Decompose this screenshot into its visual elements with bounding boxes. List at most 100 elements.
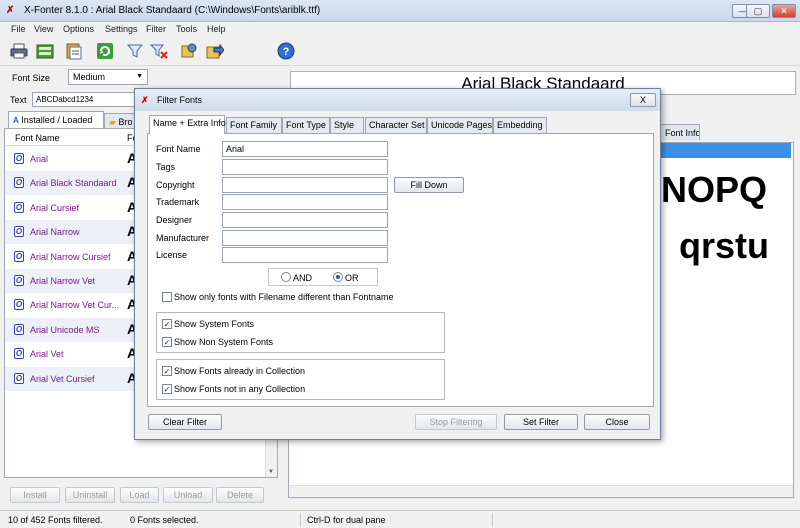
menu-settings[interactable]: Settings (105, 24, 138, 34)
preview-scrollbar[interactable] (289, 485, 793, 497)
font-name-input[interactable]: Arial (222, 141, 388, 157)
designer-input[interactable] (222, 212, 388, 228)
close-icon: ✕ (780, 6, 788, 16)
text-label: Text (10, 95, 27, 105)
checkbox-system-fonts[interactable]: ✓ (162, 319, 172, 329)
font-name: Arial Narrow Vet (30, 276, 96, 286)
filter-icon[interactable] (126, 42, 144, 60)
tab-character-set[interactable]: Character Set (365, 117, 427, 133)
installed-fonts-icon: A (13, 116, 19, 125)
clipboard-icon[interactable] (65, 42, 83, 60)
tab-installed-loaded[interactable]: A Installed / Loaded (8, 111, 104, 128)
license-input[interactable] (222, 247, 388, 263)
fill-down-button[interactable]: Fill Down (394, 177, 464, 193)
menu-file[interactable]: File (11, 24, 26, 34)
font-name: Arial Vet (30, 349, 64, 360)
set-filter-button[interactable]: Set Filter (504, 414, 578, 430)
tab-browse-label: Bro (118, 117, 133, 127)
font-name: Arial Narrow Cursief (30, 251, 111, 262)
tab-embedding[interactable]: Embedding (493, 117, 547, 133)
checkbox-in-collection[interactable]: ✓ (162, 366, 172, 376)
font-name-value: Arial (226, 144, 245, 154)
menu-view[interactable]: View (34, 24, 53, 34)
status-hint: Ctrl-D for dual pane (307, 515, 386, 525)
column-font-name[interactable]: Font Name (15, 133, 60, 143)
font-name: Arial Narrow Vet Cur... (30, 300, 120, 311)
checkbox-filename-different[interactable] (162, 292, 172, 302)
install-button[interactable]: Install (10, 487, 60, 503)
scroll-down-icon[interactable]: ▼ (268, 469, 274, 475)
menu-bar: File View Options Settings Filter Tools … (0, 22, 800, 36)
font-name: Arial Cursief (30, 202, 80, 213)
tab-font-type[interactable]: Font Type (282, 117, 330, 133)
opentype-font-icon: O (14, 372, 24, 384)
stop-filtering-button[interactable]: Stop Filtering (415, 414, 497, 430)
opentype-font-icon: O (14, 226, 24, 238)
preview-glyphs-line1: NOPQ (660, 169, 767, 210)
menu-filter[interactable]: Filter (146, 24, 166, 34)
menu-tools[interactable]: Tools (176, 24, 197, 34)
trademark-input[interactable] (222, 194, 388, 210)
export-icon[interactable] (206, 42, 224, 60)
tab-font-family[interactable]: Font Family (226, 117, 282, 133)
svg-text:?: ? (283, 46, 290, 58)
uninstall-button[interactable]: Uninstall (65, 487, 115, 503)
tab-style[interactable]: Style (330, 117, 364, 133)
field-label-license: License (156, 250, 188, 260)
preview-glyphs-line2: qrstu (679, 225, 769, 266)
menu-options[interactable]: Options (63, 24, 94, 34)
unload-button[interactable]: Unload (163, 487, 213, 503)
font-name: Arial Vet Cursief (30, 373, 95, 384)
chevron-down-icon: ▼ (136, 73, 143, 80)
checkbox-not-in-collection[interactable]: ✓ (162, 384, 172, 394)
maximize-icon: ▢ (753, 6, 763, 16)
close-window-button[interactable]: ✕ (772, 4, 796, 18)
clear-filter-button[interactable]: Clear Filter (148, 414, 222, 430)
checkbox-non-system-fonts-label: Show Non System Fonts (174, 337, 274, 347)
radio-and[interactable] (281, 272, 291, 282)
field-label-font-name: Font Name (156, 144, 201, 154)
collection-icon[interactable] (36, 42, 54, 60)
maximize-button[interactable]: ▢ (746, 4, 770, 18)
font-name: Arial Unicode MS (30, 324, 100, 335)
window-title: X-Fonter 8.1.0 : Arial Black Standaard (… (24, 5, 321, 16)
menu-help[interactable]: Help (207, 24, 226, 34)
tab-name-extra-info[interactable]: Name + Extra Info (149, 115, 226, 134)
opentype-font-icon: O (14, 177, 24, 189)
opentype-font-icon: O (14, 299, 24, 311)
manufacturer-input[interactable] (222, 230, 388, 246)
opentype-font-icon: O (14, 201, 24, 213)
opentype-font-icon: O (14, 275, 24, 286)
help-icon[interactable]: ? (277, 42, 295, 60)
tab-unicode-pages[interactable]: Unicode Pages (427, 117, 493, 133)
refresh-icon[interactable] (96, 42, 114, 60)
radio-or-label: OR (345, 273, 359, 283)
field-label-copyright: Copyright (156, 180, 195, 190)
preview-text-value: ABCDabcd1234 (36, 95, 94, 104)
printer-icon[interactable] (10, 42, 28, 60)
field-label-designer: Designer (156, 215, 193, 225)
toolbar: ? (0, 36, 800, 66)
selection-bar (661, 143, 791, 158)
radio-or[interactable] (333, 272, 343, 282)
delete-button[interactable]: Delete (216, 487, 264, 503)
font-size-dropdown[interactable]: Medium ▼ (68, 69, 148, 85)
tab-font-info[interactable]: Font Info (660, 124, 700, 140)
status-selected: 0 Fonts selected. (130, 515, 199, 525)
font-name: Arial Black Standaard (30, 178, 117, 189)
close-dialog-button[interactable]: Close (584, 414, 650, 430)
clear-filter-icon[interactable] (150, 42, 168, 60)
checkbox-system-fonts-label: Show System Fonts (174, 319, 255, 329)
status-bar: 10 of 452 Fonts filtered. 0 Fonts select… (0, 510, 800, 528)
tab-font-info-label: Font Info (665, 128, 700, 138)
tags-input[interactable] (222, 159, 388, 175)
copyright-input[interactable] (222, 177, 388, 193)
font-name: Arial (30, 154, 49, 164)
install-icon[interactable] (180, 42, 198, 60)
checkbox-non-system-fonts[interactable]: ✓ (162, 337, 172, 347)
title-bar: ✗ X-Fonter 8.1.0 : Arial Black Standaard… (0, 0, 800, 22)
close-icon: X (639, 95, 646, 105)
opentype-font-icon: O (14, 348, 24, 360)
dialog-close-button[interactable]: X (630, 93, 656, 107)
load-button[interactable]: Load (120, 487, 159, 503)
